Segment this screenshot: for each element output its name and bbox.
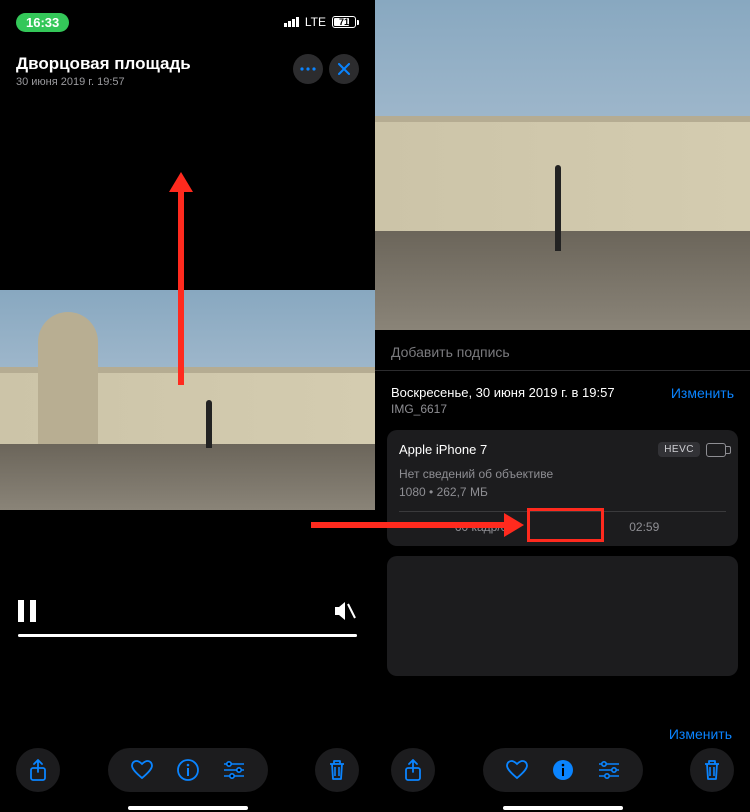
edit-location-button[interactable]: Изменить [669, 726, 732, 742]
annotation-arrowhead-up [169, 172, 193, 192]
video-icon [706, 443, 726, 457]
video-player-screen: 16:33 LTE 71 Дворцовая площадь 30 июня 2… [0, 0, 375, 812]
map-card[interactable] [387, 556, 738, 676]
center-pill [108, 748, 268, 792]
delete-button[interactable] [315, 748, 359, 792]
photo-preview[interactable] [375, 0, 750, 330]
annotation-arrow-right [311, 522, 506, 528]
delete-button[interactable] [690, 748, 734, 792]
statusbar: 16:33 LTE 71 [0, 0, 375, 44]
video-title: Дворцовая площадь [16, 54, 191, 74]
video-header: Дворцовая площадь 30 июня 2019 г. 19:57 [0, 44, 375, 88]
video-frame[interactable] [0, 290, 375, 510]
info-button[interactable] [177, 759, 199, 781]
status-right: LTE 71 [284, 15, 359, 29]
annotation-highlight [527, 508, 604, 542]
bottom-toolbar-right [375, 748, 750, 798]
annotation-arrowhead-right [504, 513, 524, 537]
more-button[interactable] [293, 54, 323, 84]
home-indicator[interactable] [128, 806, 248, 810]
pause-button[interactable] [18, 600, 36, 622]
home-indicator[interactable] [503, 806, 623, 810]
lens-info: Нет сведений об объективе [399, 465, 726, 483]
info-header: Воскресенье, 30 июня 2019 г. в 19:57 IMG… [375, 371, 750, 420]
favorite-button[interactable] [506, 760, 528, 780]
share-button[interactable] [391, 748, 435, 792]
center-pill [483, 748, 643, 792]
info-button-active[interactable] [552, 759, 574, 781]
close-button[interactable] [329, 54, 359, 84]
photo-date: Воскресенье, 30 июня 2019 г. в 19:57 [391, 385, 615, 400]
share-button[interactable] [16, 748, 60, 792]
player-controls [0, 600, 375, 637]
edit-date-button[interactable]: Изменить [671, 385, 734, 401]
adjust-button[interactable] [223, 761, 245, 779]
annotation-arrow-up [178, 190, 184, 385]
video-progress[interactable] [18, 634, 357, 637]
codec-badge: HEVC [658, 442, 700, 457]
caption-field[interactable]: Добавить подпись [375, 330, 750, 371]
adjust-button[interactable] [598, 761, 620, 779]
resolution-row: 1080 • 262,7 МБ [399, 483, 726, 501]
network-label: LTE [305, 15, 326, 29]
battery-icon: 71 [332, 16, 359, 28]
status-time-pill[interactable]: 16:33 [16, 13, 69, 32]
file-size: 262,7 МБ [437, 485, 488, 499]
signal-icon [284, 17, 299, 27]
photo-filename: IMG_6617 [391, 402, 615, 416]
bottom-toolbar [0, 748, 375, 798]
photo-info-screen: Добавить подпись Воскресенье, 30 июня 20… [375, 0, 750, 812]
video-subtitle: 30 июня 2019 г. 19:57 [16, 76, 191, 88]
favorite-button[interactable] [131, 760, 153, 780]
device-label: Apple iPhone 7 [399, 442, 487, 457]
mute-button[interactable] [333, 600, 357, 622]
